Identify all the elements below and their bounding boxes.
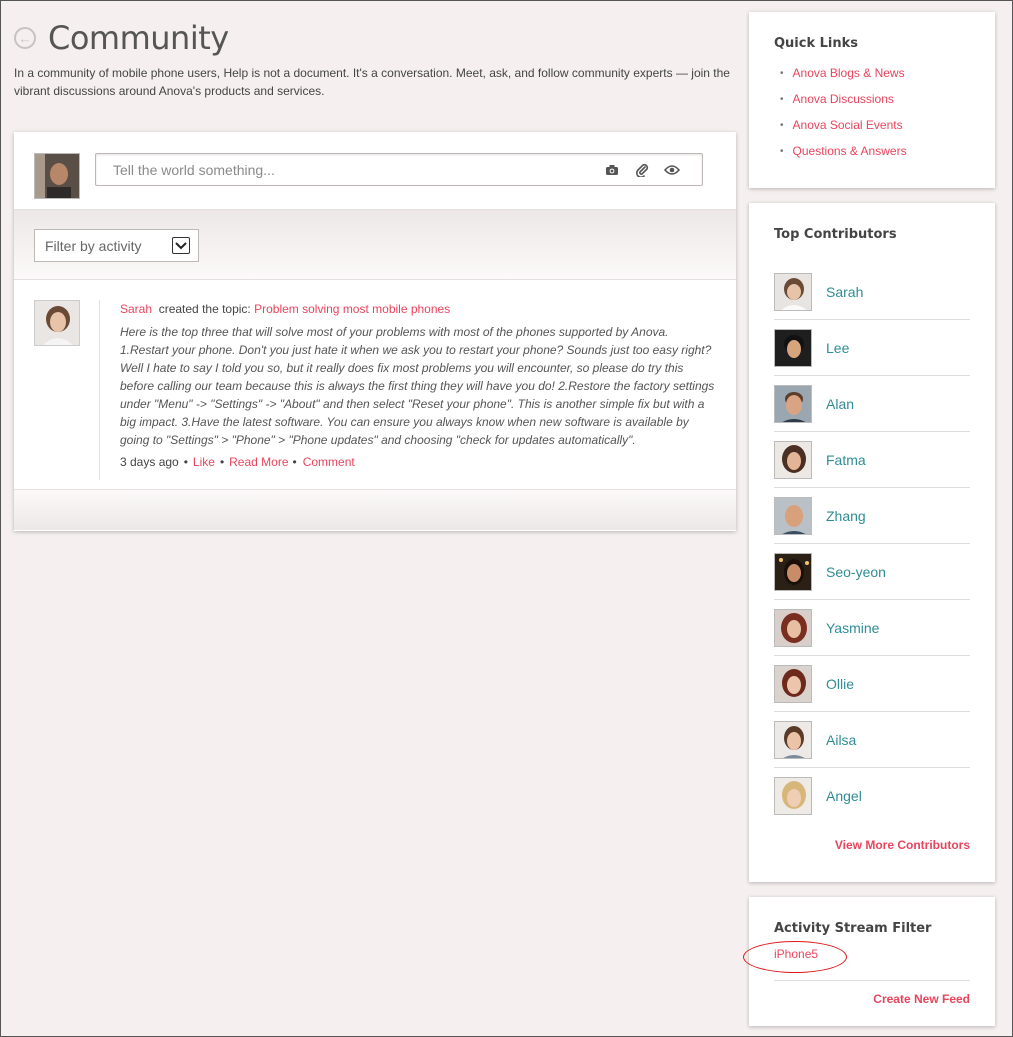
contributor-item[interactable]: Alan	[774, 376, 970, 432]
filter-divider: Create New Feed	[774, 980, 970, 1006]
post-meta: 3 days ago • Like • Read More • Comment	[120, 455, 716, 469]
avatar[interactable]	[774, 496, 812, 535]
back-arrow-icon[interactable]: ←	[14, 27, 36, 49]
activity-stream-filter-title: Activity Stream Filter	[774, 921, 932, 936]
avatar[interactable]	[774, 720, 812, 759]
status-input-box[interactable]	[95, 153, 703, 186]
bullet-icon: •	[780, 67, 784, 79]
highlight-ellipse	[743, 941, 847, 973]
contributor-item[interactable]: Seo-yeon	[774, 544, 970, 600]
bullet-icon: •	[780, 145, 784, 157]
post-topic-link[interactable]: Problem solving most mobile phones	[254, 302, 450, 316]
quick-link-questions[interactable]: Questions & Answers	[793, 144, 907, 158]
quick-link-discussions[interactable]: Anova Discussions	[793, 92, 894, 106]
quick-link-blogs[interactable]: Anova Blogs & News	[793, 66, 905, 80]
bullet-icon: •	[780, 93, 784, 105]
status-input[interactable]	[113, 161, 604, 178]
post-author-avatar[interactable]	[34, 300, 80, 346]
activity-feed: Filter by activity Sarah created the top…	[14, 132, 736, 531]
post-author-link[interactable]: Sarah	[120, 302, 152, 316]
like-link[interactable]: Like	[193, 455, 215, 469]
contributor-item[interactable]: Sarah	[774, 264, 970, 320]
paperclip-icon[interactable]	[634, 163, 650, 177]
filter-bar: Filter by activity	[14, 210, 736, 280]
top-contributors-title: Top Contributors	[774, 227, 897, 242]
separator-dot: •	[219, 455, 225, 469]
create-new-feed-link[interactable]: Create New Feed	[774, 992, 970, 1006]
page-description: In a community of mobile phone users, He…	[14, 66, 730, 98]
bullet-icon: •	[780, 119, 784, 131]
activity-filter-select[interactable]: Filter by activity	[34, 229, 199, 262]
contributor-item[interactable]: Ailsa	[774, 712, 970, 768]
contributor-name[interactable]: Alan	[826, 396, 854, 412]
separator-dot: •	[292, 455, 297, 469]
post-header: Sarah created the topic: Problem solving…	[120, 301, 716, 317]
camera-icon[interactable]	[604, 163, 620, 177]
quick-link-item: • Anova Discussions	[774, 86, 970, 112]
view-more-contributors-link[interactable]: View More Contributors	[774, 838, 970, 852]
separator-dot: •	[183, 455, 188, 469]
post-body: Sarah created the topic: Problem solving…	[120, 301, 716, 469]
quick-link-item: • Questions & Answers	[774, 138, 970, 164]
avatar[interactable]	[774, 328, 812, 367]
my-avatar	[34, 153, 80, 199]
contributor-name[interactable]: Lee	[826, 340, 849, 356]
quick-links-title: Quick Links	[774, 36, 859, 51]
contributor-name[interactable]: Zhang	[826, 508, 866, 524]
comment-link[interactable]: Comment	[303, 455, 355, 469]
contributor-name[interactable]: Ollie	[826, 676, 854, 692]
top-contributors-widget: Top Contributors Sarah Lee Alan Fatma Zh…	[749, 203, 995, 882]
quick-link-item: • Anova Blogs & News	[774, 60, 970, 86]
composer	[14, 132, 736, 210]
quick-link-item: • Anova Social Events	[774, 112, 970, 138]
contributor-item[interactable]: Zhang	[774, 488, 970, 544]
composer-tools	[604, 163, 680, 177]
avatar[interactable]	[774, 552, 812, 591]
feed-post: Sarah created the topic: Problem solving…	[14, 280, 736, 490]
post-divider	[99, 300, 100, 480]
avatar[interactable]	[774, 440, 812, 479]
contributor-item[interactable]: Angel	[774, 768, 970, 824]
contributor-item[interactable]: Ollie	[774, 656, 970, 712]
avatar[interactable]	[774, 272, 812, 311]
quick-links-list: • Anova Blogs & News • Anova Discussions •…	[774, 60, 970, 164]
eye-icon[interactable]	[664, 163, 680, 177]
contributor-name[interactable]: Sarah	[826, 284, 863, 300]
feed-footer	[14, 490, 736, 530]
read-more-link[interactable]: Read More	[229, 455, 288, 469]
contributor-item[interactable]: Fatma	[774, 432, 970, 488]
post-action: created the topic:	[158, 302, 251, 316]
contributor-name[interactable]: Seo-yeon	[826, 564, 886, 580]
avatar[interactable]	[774, 608, 812, 647]
chevron-down-icon[interactable]	[172, 237, 190, 254]
avatar[interactable]	[774, 384, 812, 423]
quick-link-social-events[interactable]: Anova Social Events	[793, 118, 903, 132]
contributor-name[interactable]: Angel	[826, 788, 862, 804]
avatar[interactable]	[774, 664, 812, 703]
post-time: 3 days ago	[120, 455, 179, 469]
avatar[interactable]	[774, 777, 812, 815]
contributor-name[interactable]: Fatma	[826, 452, 866, 468]
activity-filter-value: Filter by activity	[45, 237, 142, 254]
page-title: Community	[48, 19, 229, 57]
contributor-name[interactable]: Ailsa	[826, 732, 856, 748]
page-header: ← Community In a community of mobile pho…	[14, 19, 736, 100]
post-text: Here is the top three that will solve mo…	[120, 325, 715, 447]
contributors-list: Sarah Lee Alan Fatma Zhang Seo-yeon Yasm…	[774, 264, 970, 824]
title-row: ← Community	[14, 19, 736, 57]
contributor-item[interactable]: Yasmine	[774, 600, 970, 656]
contributor-name[interactable]: Yasmine	[826, 620, 879, 636]
quick-links-widget: Quick Links • Anova Blogs & News • Anova D…	[749, 12, 995, 188]
contributor-item[interactable]: Lee	[774, 320, 970, 376]
